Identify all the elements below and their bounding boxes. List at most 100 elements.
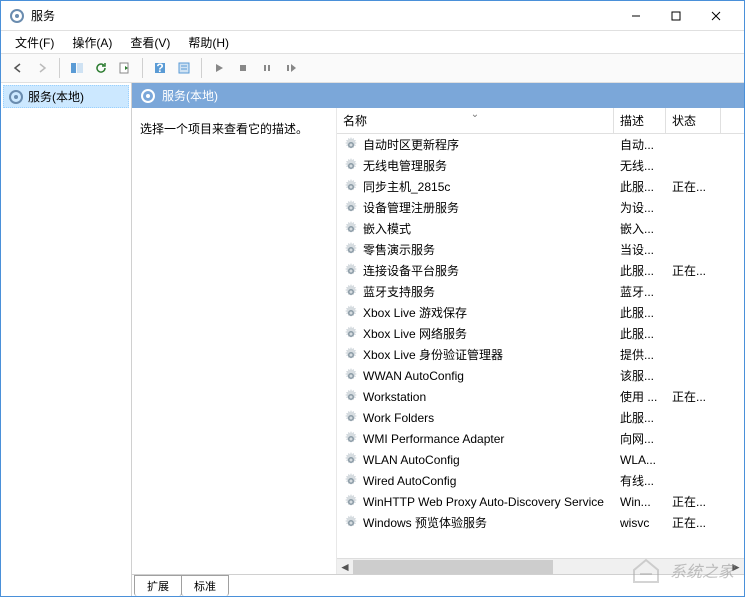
menu-action[interactable]: 操作(A): [64, 32, 120, 53]
service-row[interactable]: 嵌入模式嵌入...: [337, 218, 744, 239]
gear-icon: [343, 263, 359, 279]
gear-icon: [343, 347, 359, 363]
gear-icon: [343, 242, 359, 258]
service-status-cell: [666, 458, 721, 462]
tree-pane: 服务(本地): [1, 83, 132, 596]
service-row[interactable]: WLAN AutoConfig WLA...: [337, 449, 744, 470]
service-row[interactable]: Xbox Live 游戏保存此服...: [337, 302, 744, 323]
service-name-cell: Wired AutoConfig: [337, 471, 614, 491]
service-row[interactable]: Workstation使用 ...正在...: [337, 386, 744, 407]
service-row[interactable]: 无线电管理服务无线...: [337, 155, 744, 176]
menu-help[interactable]: 帮助(H): [180, 32, 237, 53]
service-name-cell: WWAN AutoConfig: [337, 366, 614, 386]
pause-button[interactable]: [256, 57, 278, 79]
service-status-cell: [666, 164, 721, 168]
service-desc-cell: 向网...: [614, 428, 666, 449]
service-name: Workstation: [363, 390, 426, 404]
service-name-cell: 蓝牙支持服务: [337, 281, 614, 302]
scroll-left-icon[interactable]: ◄: [337, 559, 353, 575]
refresh-button[interactable]: [90, 57, 112, 79]
service-name: Xbox Live 身份验证管理器: [363, 346, 503, 363]
restart-button[interactable]: [280, 57, 302, 79]
gear-icon: [343, 305, 359, 321]
service-name: WLAN AutoConfig: [363, 453, 460, 467]
service-row[interactable]: Work Folders此服...: [337, 407, 744, 428]
service-row[interactable]: 设备管理注册服务为设...: [337, 197, 744, 218]
service-desc-cell: 使用 ...: [614, 386, 666, 407]
gear-icon: [343, 137, 359, 153]
window-title: 服务: [31, 7, 616, 24]
service-name: 无线电管理服务: [363, 157, 447, 174]
tab-extended[interactable]: 扩展: [134, 575, 182, 596]
titlebar: 服务: [1, 1, 744, 31]
close-button[interactable]: [696, 2, 736, 30]
gear-icon: [343, 368, 359, 384]
help-button[interactable]: ?: [149, 57, 171, 79]
service-name: 零售演示服务: [363, 241, 435, 258]
list-header: 名称 ⌄ 描述 状态: [337, 108, 744, 134]
service-status-cell: [666, 374, 721, 378]
description-pane: 选择一个项目来查看它的描述。: [132, 108, 337, 574]
column-header-description[interactable]: 描述: [614, 108, 666, 133]
tree-item-services-local[interactable]: 服务(本地): [3, 85, 129, 108]
minimize-button[interactable]: [616, 2, 656, 30]
export-button[interactable]: [114, 57, 136, 79]
service-desc-cell: WLA...: [614, 451, 666, 469]
service-status-cell: [666, 227, 721, 231]
list-body[interactable]: 自动时区更新程序自动...无线电管理服务无线...同步主机_2815c此服...…: [337, 134, 744, 558]
service-name-cell: Work Folders: [337, 408, 614, 428]
service-name-cell: Xbox Live 网络服务: [337, 323, 614, 344]
service-row[interactable]: WinHTTP Web Proxy Auto-Discovery Service…: [337, 491, 744, 512]
service-name: 蓝牙支持服务: [363, 283, 435, 300]
service-row[interactable]: Wired AutoConfig有线...: [337, 470, 744, 491]
menu-view[interactable]: 查看(V): [122, 32, 178, 53]
gear-icon: [343, 452, 359, 468]
properties-button[interactable]: [173, 57, 195, 79]
service-desc-cell: 蓝牙...: [614, 281, 666, 302]
service-row[interactable]: Windows 预览体验服务wisvc正在...: [337, 512, 744, 533]
service-name-cell: WinHTTP Web Proxy Auto-Discovery Service: [337, 492, 614, 512]
scroll-right-icon[interactable]: ►: [728, 559, 744, 575]
service-list: 名称 ⌄ 描述 状态 自动时区更新程序自动...无线电管理服务无线...同步主机…: [337, 108, 744, 574]
service-status-cell: [666, 311, 721, 315]
gear-icon: [343, 473, 359, 489]
service-name-cell: 同步主机_2815c: [337, 176, 614, 197]
service-row[interactable]: 零售演示服务 当设...: [337, 239, 744, 260]
service-name-cell: 自动时区更新程序: [337, 134, 614, 155]
service-row[interactable]: WWAN AutoConfig该服...: [337, 365, 744, 386]
service-name-cell: 连接设备平台服务: [337, 260, 614, 281]
stop-button[interactable]: [232, 57, 254, 79]
service-name-cell: 零售演示服务: [337, 239, 614, 260]
scroll-track[interactable]: [353, 559, 728, 575]
service-row[interactable]: WMI Performance Adapter向网...: [337, 428, 744, 449]
service-row[interactable]: 连接设备平台服务此服...正在...: [337, 260, 744, 281]
tab-standard[interactable]: 标准: [181, 575, 229, 596]
service-status-cell: [666, 290, 721, 294]
gear-icon: [343, 389, 359, 405]
service-row[interactable]: Xbox Live 网络服务此服...: [337, 323, 744, 344]
service-status-cell: 正在...: [666, 512, 721, 533]
column-header-status[interactable]: 状态: [666, 108, 721, 133]
column-header-name[interactable]: 名称 ⌄: [337, 108, 614, 133]
service-name: WWAN AutoConfig: [363, 369, 464, 383]
maximize-button[interactable]: [656, 2, 696, 30]
service-row[interactable]: 自动时区更新程序自动...: [337, 134, 744, 155]
horizontal-scrollbar[interactable]: ◄ ►: [337, 558, 744, 574]
service-row[interactable]: 蓝牙支持服务 蓝牙...: [337, 281, 744, 302]
service-name: Xbox Live 游戏保存: [363, 304, 467, 321]
separator: [59, 58, 60, 78]
service-status-cell: [666, 206, 721, 210]
scroll-thumb[interactable]: [353, 560, 553, 574]
service-status-cell: [666, 248, 721, 252]
menu-file[interactable]: 文件(F): [7, 32, 62, 53]
tree-item-label: 服务(本地): [28, 88, 84, 105]
service-row[interactable]: 同步主机_2815c此服...正在...: [337, 176, 744, 197]
service-status-cell: 正在...: [666, 491, 721, 512]
back-button[interactable]: [7, 57, 29, 79]
show-hide-tree-button[interactable]: [66, 57, 88, 79]
forward-button[interactable]: [31, 57, 53, 79]
start-button[interactable]: [208, 57, 230, 79]
service-desc-cell: 当设...: [614, 239, 666, 260]
service-status-cell: [666, 332, 721, 336]
service-row[interactable]: Xbox Live 身份验证管理器提供...: [337, 344, 744, 365]
